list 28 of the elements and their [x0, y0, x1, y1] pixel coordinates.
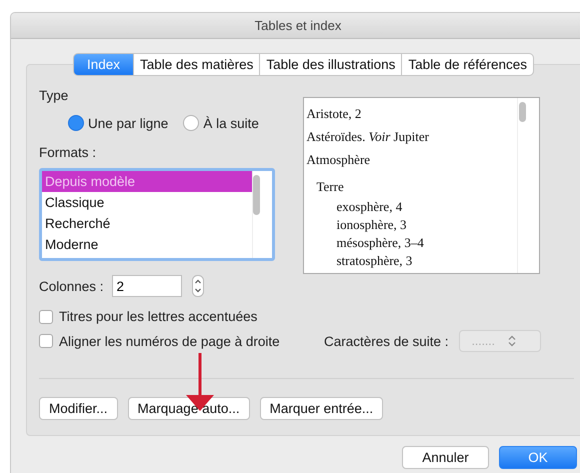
index-entry: stratosphère, 3 — [336, 252, 414, 270]
tab[interactable]: Table de références — [402, 53, 534, 76]
index-entry: Terre — [316, 178, 345, 196]
radio-label: À la suite — [203, 116, 259, 130]
columns-label: Colonnes : — [39, 278, 104, 294]
list-item[interactable]: Recherché — [42, 213, 252, 234]
tab[interactable]: Table des illustrations — [260, 53, 402, 76]
checkbox-label: Titres pour les lettres accentuées — [59, 309, 258, 324]
index-entry: Aristote, 2 — [306, 105, 362, 123]
index-entry: Atmosphère — [306, 151, 372, 169]
type-label: Type — [39, 88, 70, 103]
formats-label: Formats : — [39, 145, 98, 160]
checkbox-label: Aligner les numéros de page à droite — [59, 334, 280, 348]
index-entry: exosphère, 4 — [336, 198, 404, 216]
cancel-button[interactable]: Annuler — [402, 446, 489, 469]
window-title: Tables et index — [11, 13, 580, 39]
action-button[interactable]: Marquage auto... — [128, 397, 250, 420]
index-entry: ionosphère, 3 — [336, 216, 408, 234]
action-button[interactable]: Marquer entrée... — [260, 397, 384, 420]
index-entry: Astéroïdes. Voir Jupiter — [306, 128, 430, 146]
columns-field[interactable]: 2 — [112, 275, 182, 297]
list-item[interactable]: Moderne — [42, 234, 252, 255]
action-button[interactable]: Modifier... — [39, 397, 118, 420]
index-entry: mésosphère, 3–4 — [336, 234, 425, 252]
radio-label: Une par ligne — [88, 116, 168, 130]
tab[interactable]: Table des matières — [134, 53, 260, 76]
list-item[interactable]: Classique — [42, 192, 252, 213]
leader-label: Caractères de suite : — [324, 334, 449, 348]
